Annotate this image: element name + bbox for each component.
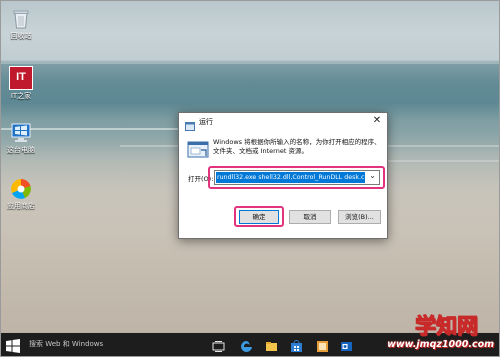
input-highlight-box xyxy=(208,166,385,189)
close-icon[interactable]: ✕ xyxy=(370,114,384,128)
watermark-url: www.jmqz1000.com xyxy=(387,339,494,350)
desktop-icon-store[interactable]: 应用商店 xyxy=(4,178,38,210)
desktop-icon-label: IT之家 xyxy=(10,92,32,100)
desktop-icon-this-pc[interactable]: 这台电脑 xyxy=(4,122,38,154)
store-icon xyxy=(10,178,32,200)
cancel-button[interactable]: 取消 xyxy=(289,210,331,224)
run-dialog: 运行 ✕ Windows 将根据你所输入的名称，为你打开相应的程序、文件夹、文档… xyxy=(178,112,388,239)
windows-start-icon[interactable] xyxy=(6,338,20,353)
taskbar-search-box[interactable]: 搜索 Web 和 Windows xyxy=(29,339,103,349)
desktop-icon-it-home[interactable]: IT IT之家 xyxy=(4,66,38,100)
this-pc-icon xyxy=(10,122,32,144)
dialog-message: Windows 将根据你所输入的名称，为你打开相应的程序、文件夹、文档或 Int… xyxy=(213,138,381,155)
task-view-icon[interactable] xyxy=(212,338,225,352)
browse-button[interactable]: 浏览(B)... xyxy=(338,210,381,224)
file-explorer-icon[interactable] xyxy=(265,338,278,351)
ok-highlight-box xyxy=(234,206,284,227)
desktop-icon-label: 这台电脑 xyxy=(7,146,35,154)
edge-browser-icon[interactable] xyxy=(240,338,253,352)
run-program-icon xyxy=(187,140,209,160)
watermark-title: 学知网 xyxy=(415,314,479,339)
dialog-title-bar[interactable]: 运行 ✕ xyxy=(179,113,387,131)
desktop-icon-recycle-bin[interactable]: 回收站 xyxy=(4,8,38,40)
app-icon[interactable] xyxy=(316,338,329,352)
run-icon xyxy=(185,116,195,131)
watermark: 学知网 www.jmqz1000.com xyxy=(386,314,496,354)
outlook-icon[interactable] xyxy=(340,338,353,351)
dialog-title: 运行 xyxy=(199,118,213,126)
it-home-icon: IT xyxy=(9,66,33,90)
store-icon[interactable] xyxy=(290,338,303,352)
recycle-bin-icon xyxy=(10,8,32,30)
desktop-icon-label: 回收站 xyxy=(10,32,32,40)
desktop-icon-label: 应用商店 xyxy=(7,202,35,210)
horizon xyxy=(0,62,500,64)
